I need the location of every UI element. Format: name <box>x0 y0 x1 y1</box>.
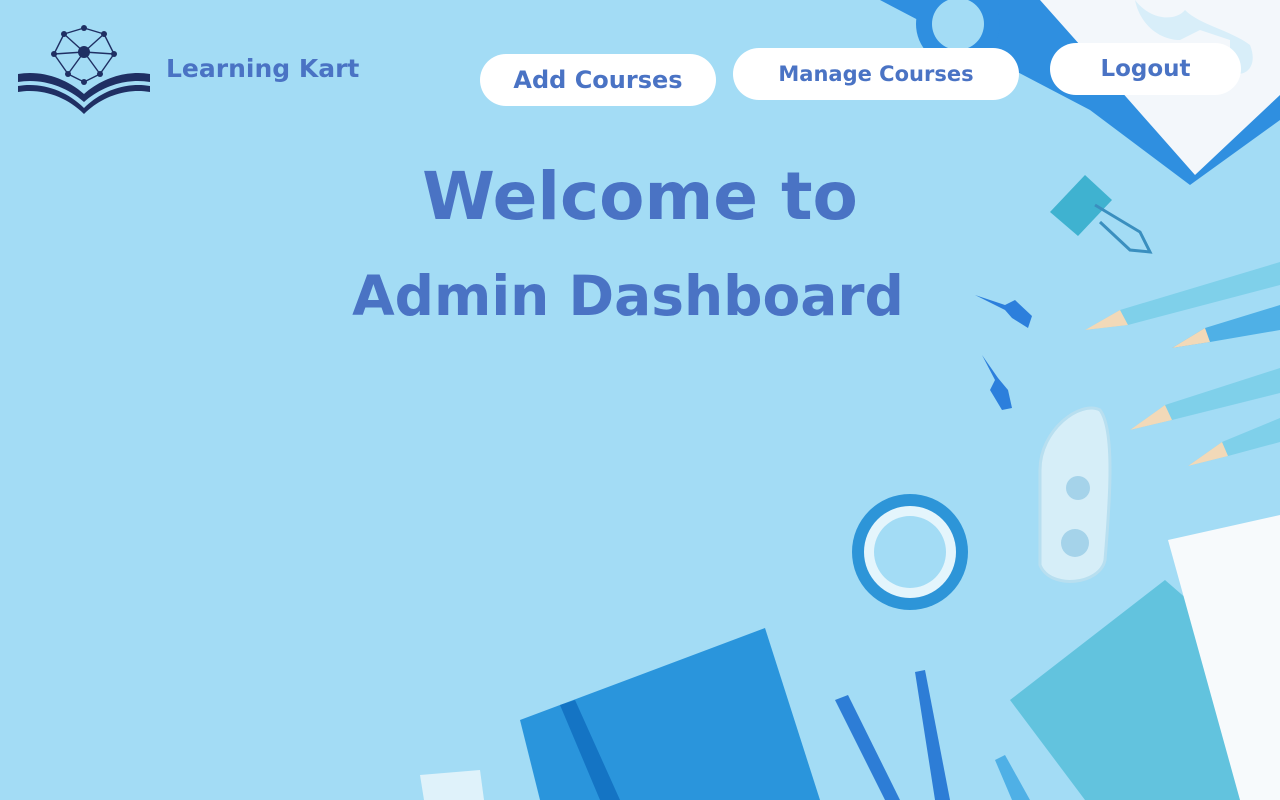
eraser-icon <box>420 770 484 800</box>
welcome-heading: Welcome to <box>422 158 858 235</box>
compass-leg-icon <box>915 670 950 800</box>
pencil-icon <box>1130 368 1280 430</box>
tape-roll-icon <box>852 494 968 610</box>
push-pin-icon <box>975 295 1032 328</box>
logout-button[interactable]: Logout <box>1050 43 1241 95</box>
stationery-background-image <box>420 0 1280 800</box>
add-courses-button[interactable]: Add Courses <box>480 54 716 106</box>
push-pin-icon <box>982 355 1012 410</box>
compass-leg-icon <box>835 695 900 800</box>
binder-clip-icon <box>1050 175 1153 254</box>
correction-tape-icon <box>1038 406 1112 583</box>
blue-notebook-icon <box>520 628 820 800</box>
manage-courses-button[interactable]: Manage Courses <box>733 48 1019 100</box>
brand-name: Learning Kart <box>166 54 360 83</box>
dashboard-heading: Admin Dashboard <box>352 264 904 328</box>
admin-dashboard-page: Learning Kart Add Courses Manage Courses… <box>0 0 1280 800</box>
pencil-icon <box>1172 305 1280 348</box>
book-network-logo-icon <box>18 25 150 114</box>
pencil-icon <box>1188 418 1280 466</box>
pencil-icon <box>995 755 1030 800</box>
